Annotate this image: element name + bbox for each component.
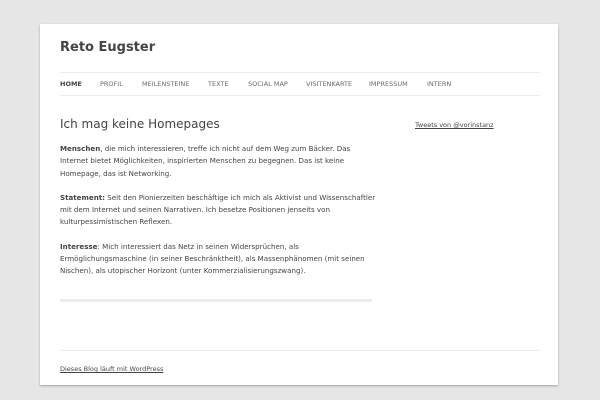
paragraph-interesse: Interesse: Mich interessiert das Netz in…: [60, 241, 380, 278]
main-navigation: HOME PROFIL MEILENSTEINE TEXTE SOCIAL MA…: [60, 72, 540, 96]
nav-item-social-map[interactable]: SOCIAL MAP: [248, 80, 288, 88]
paragraph-menschen: Menschen, die mich interessieren, treffe…: [60, 143, 380, 180]
nav-item-texte[interactable]: TEXTE: [208, 80, 229, 88]
content-divider: [60, 299, 372, 302]
page-container: Reto Eugster HOME PROFIL MEILENSTEINE TE…: [40, 24, 558, 385]
nav-item-home[interactable]: HOME: [60, 80, 82, 88]
paragraph-text: Seit den Pionierzeiten beschäftige ich m…: [60, 192, 376, 227]
paragraph-text: , die mich interessieren, treffe ich nic…: [60, 144, 351, 178]
entry-content: Menschen, die mich interessieren, treffe…: [60, 143, 380, 290]
paragraph-lead: Interesse: [60, 241, 98, 251]
page-title: Ich mag keine Homepages: [60, 117, 220, 131]
nav-item-intern[interactable]: INTERN: [427, 80, 451, 88]
nav-item-impressum[interactable]: IMPRESSUM: [369, 80, 408, 88]
paragraph-text: : Mich interessiert das Netz in seinen W…: [60, 241, 365, 276]
nav-item-visitenkarte[interactable]: VISITENKARTE: [306, 80, 352, 88]
paragraph-lead: Menschen: [60, 144, 101, 153]
nav-item-profil[interactable]: PROFIL: [100, 80, 123, 88]
paragraph-statement: Statement: Seit den Pionierzeiten beschä…: [60, 192, 380, 229]
site-footer: Dieses Blog läuft mit WordPress: [60, 350, 540, 373]
nav-item-meilensteine[interactable]: MEILENSTEINE: [142, 80, 189, 88]
paragraph-lead: Statement:: [60, 192, 105, 202]
tweets-link[interactable]: Tweets von @vorinstanz: [415, 121, 494, 129]
wordpress-credit-link[interactable]: Dieses Blog läuft mit WordPress: [60, 365, 163, 373]
site-title[interactable]: Reto Eugster: [60, 40, 155, 55]
